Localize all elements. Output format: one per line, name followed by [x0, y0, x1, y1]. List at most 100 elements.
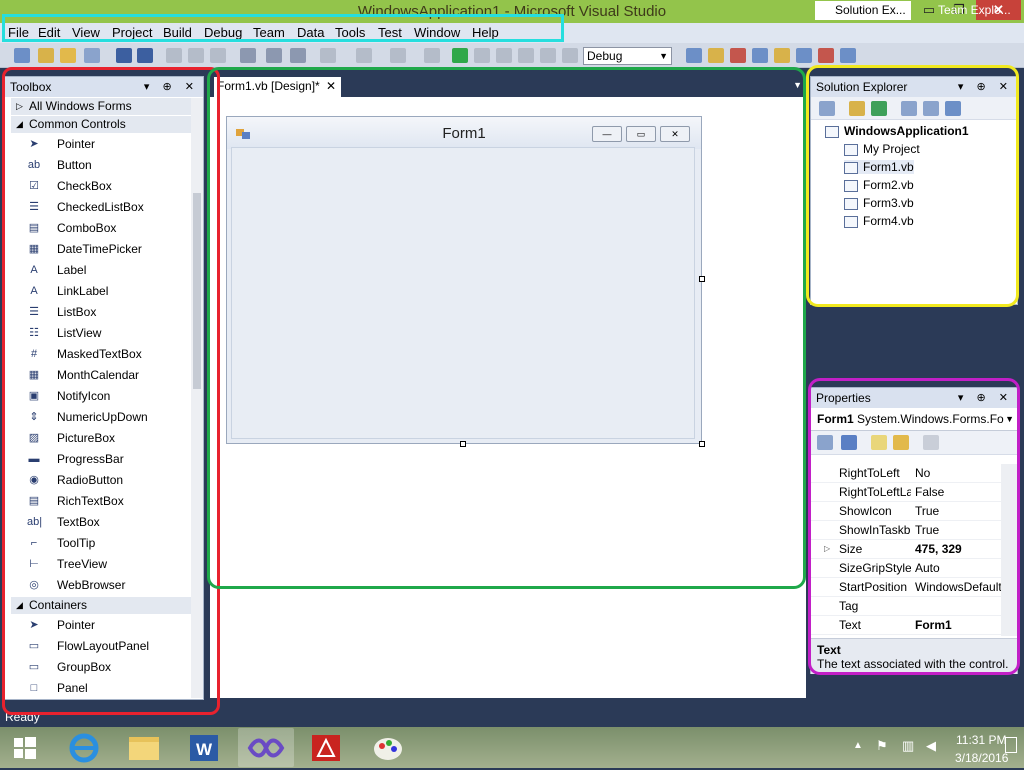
property-value[interactable]: Auto	[915, 559, 1001, 577]
property-pages-icon[interactable]	[923, 435, 939, 450]
panel-pin-close-icons[interactable]: ▾ ⊕ ✕	[958, 388, 1013, 408]
toolbox-item-pointer[interactable]: ➤ Pointer	[5, 615, 191, 636]
expand-icon[interactable]: ▷	[824, 540, 830, 558]
redo-icon[interactable]	[356, 48, 372, 63]
toolbox-item-listbox[interactable]: ☰ ListBox	[5, 302, 191, 323]
menu-edit[interactable]: Edit	[38, 25, 60, 40]
properties-view-icon[interactable]	[871, 435, 887, 450]
object-browser-icon[interactable]	[752, 48, 768, 63]
toolbox-item-flowlayoutpanel[interactable]: ▭ FlowLayoutPanel	[5, 636, 191, 657]
view-designer-icon[interactable]	[923, 101, 939, 116]
menu-view[interactable]: View	[72, 25, 100, 40]
start-debugging-icon[interactable]	[452, 48, 468, 63]
toolbox-icon[interactable]	[774, 48, 790, 63]
file-explorer-icon[interactable]	[116, 728, 172, 767]
view-code-icon[interactable]	[901, 101, 917, 116]
windows-start-icon[interactable]	[0, 728, 50, 767]
toolbox-category-common-controls[interactable]: ◢ Common Controls	[11, 116, 191, 133]
menu-file[interactable]: File	[8, 25, 29, 40]
properties-scrollbar[interactable]	[1001, 464, 1017, 636]
resize-handle-corner[interactable]	[699, 441, 705, 447]
property-row-size[interactable]: ▷ Size 475, 329	[811, 540, 1001, 559]
toolbox-item-checkedlistbox[interactable]: ☰ CheckedListBox	[5, 197, 191, 218]
solution-root[interactable]: WindowsApplication1	[825, 124, 969, 138]
network-icon[interactable]: ▥	[902, 738, 914, 754]
solution-item-form2[interactable]: Form2.vb	[844, 178, 914, 192]
open-file-icon[interactable]	[60, 48, 76, 63]
property-row-righttoleft[interactable]: RightToLeft No	[811, 464, 1001, 483]
toolbox-scrollbar[interactable]	[191, 98, 203, 698]
copy-icon[interactable]	[188, 48, 204, 63]
toolbox-item-numericupdown[interactable]: ⇕ NumericUpDown	[5, 407, 191, 428]
acrobat-icon[interactable]	[298, 728, 354, 767]
step-over-icon[interactable]	[540, 48, 556, 63]
property-value[interactable]: False	[915, 483, 1001, 501]
property-value[interactable]: No	[915, 464, 1001, 482]
menu-tools[interactable]: Tools	[335, 25, 365, 40]
properties-object-select[interactable]: Form1 System.Windows.Forms.Fo ▼	[811, 408, 1017, 431]
chevron-down-icon[interactable]: ▼	[793, 80, 802, 90]
view-class-diagram-icon[interactable]	[945, 101, 961, 116]
toolbox-item-richtextbox[interactable]: ▤ RichTextBox	[5, 491, 191, 512]
tab-solution-explorer[interactable]: Solution Ex...	[815, 1, 911, 20]
menu-build[interactable]: Build	[163, 25, 192, 40]
alphabetical-icon[interactable]	[841, 435, 857, 450]
property-row-tag[interactable]: Tag	[811, 597, 1001, 616]
toolbox-item-listview[interactable]: ☷ ListView	[5, 323, 191, 344]
show-hidden-icons-icon[interactable]: ▲	[853, 740, 863, 751]
volume-icon[interactable]: ◀	[926, 738, 936, 754]
toolbox-item-button[interactable]: ab Button	[5, 155, 191, 176]
menu-help[interactable]: Help	[472, 25, 499, 40]
solution-item-form4[interactable]: Form4.vb	[844, 214, 914, 228]
paste-icon[interactable]	[210, 48, 226, 63]
internet-explorer-icon[interactable]	[56, 728, 112, 767]
toolbox-item-panel[interactable]: □ Panel	[5, 678, 191, 699]
resize-handle-right[interactable]	[699, 276, 705, 282]
menu-data[interactable]: Data	[297, 25, 324, 40]
toolbox-scroll-thumb[interactable]	[193, 193, 201, 389]
uncomment-icon[interactable]	[290, 48, 306, 63]
toolbox-item-combobox[interactable]: ▤ ComboBox	[5, 218, 191, 239]
property-row-sizegripstyle[interactable]: SizeGripStyle Auto	[811, 559, 1001, 578]
toolbox-item-pointer[interactable]: ➤ Pointer	[5, 134, 191, 155]
save-all-icon[interactable]	[137, 48, 153, 63]
property-value[interactable]: WindowsDefault	[915, 578, 1001, 596]
form1-designer[interactable]: Form1 — ▭ ✕	[226, 116, 702, 444]
property-row-text[interactable]: Text Form1	[811, 616, 1001, 635]
start-page-icon[interactable]	[796, 48, 812, 63]
toolbox-item-treeview[interactable]: ⊢ TreeView	[5, 554, 191, 575]
add-item-icon[interactable]	[38, 48, 54, 63]
new-project-icon[interactable]	[14, 48, 30, 63]
clock-time[interactable]: 11:31 PM	[956, 733, 1006, 747]
step-out-icon[interactable]	[562, 48, 578, 63]
toolbox-item-textbox[interactable]: ab| TextBox	[5, 512, 191, 533]
action-center-icon[interactable]: ⚑	[876, 738, 888, 754]
refresh-icon[interactable]	[871, 101, 887, 116]
solution-item-form1[interactable]: Form1.vb	[844, 160, 914, 174]
property-row-righttoleftla[interactable]: RightToLeftLa False	[811, 483, 1001, 502]
add-existing-icon[interactable]	[84, 48, 100, 63]
step-into-icon[interactable]	[518, 48, 534, 63]
show-all-files-icon[interactable]	[849, 101, 865, 116]
properties-icon[interactable]	[819, 101, 835, 116]
form1-client-area[interactable]	[231, 147, 695, 439]
undo-icon[interactable]	[320, 48, 336, 63]
resize-handle-bottom[interactable]	[460, 441, 466, 447]
find-icon[interactable]	[240, 48, 256, 63]
comment-icon[interactable]	[266, 48, 282, 63]
toolbox-item-groupbox[interactable]: ▭ GroupBox	[5, 657, 191, 678]
clock-date[interactable]: 3/18/2016	[955, 751, 1008, 765]
categorized-icon[interactable]	[817, 435, 833, 450]
property-value[interactable]: 475, 329	[915, 540, 1001, 558]
paint-icon[interactable]	[360, 728, 416, 767]
property-row-showicon[interactable]: ShowIcon True	[811, 502, 1001, 521]
toolbox-item-picturebox[interactable]: ▨ PictureBox	[5, 428, 191, 449]
solution-item-form3[interactable]: Form3.vb	[844, 196, 914, 210]
property-row-showintaskb[interactable]: ShowInTaskb True	[811, 521, 1001, 540]
toolbox-item-notifyicon[interactable]: ▣ NotifyIcon	[5, 386, 191, 407]
save-icon[interactable]	[116, 48, 132, 63]
menu-project[interactable]: Project	[112, 25, 152, 40]
solution-item-my-project[interactable]: My Project	[844, 142, 920, 156]
command-window-icon[interactable]	[840, 48, 856, 63]
navigate-back-icon[interactable]	[390, 48, 406, 63]
